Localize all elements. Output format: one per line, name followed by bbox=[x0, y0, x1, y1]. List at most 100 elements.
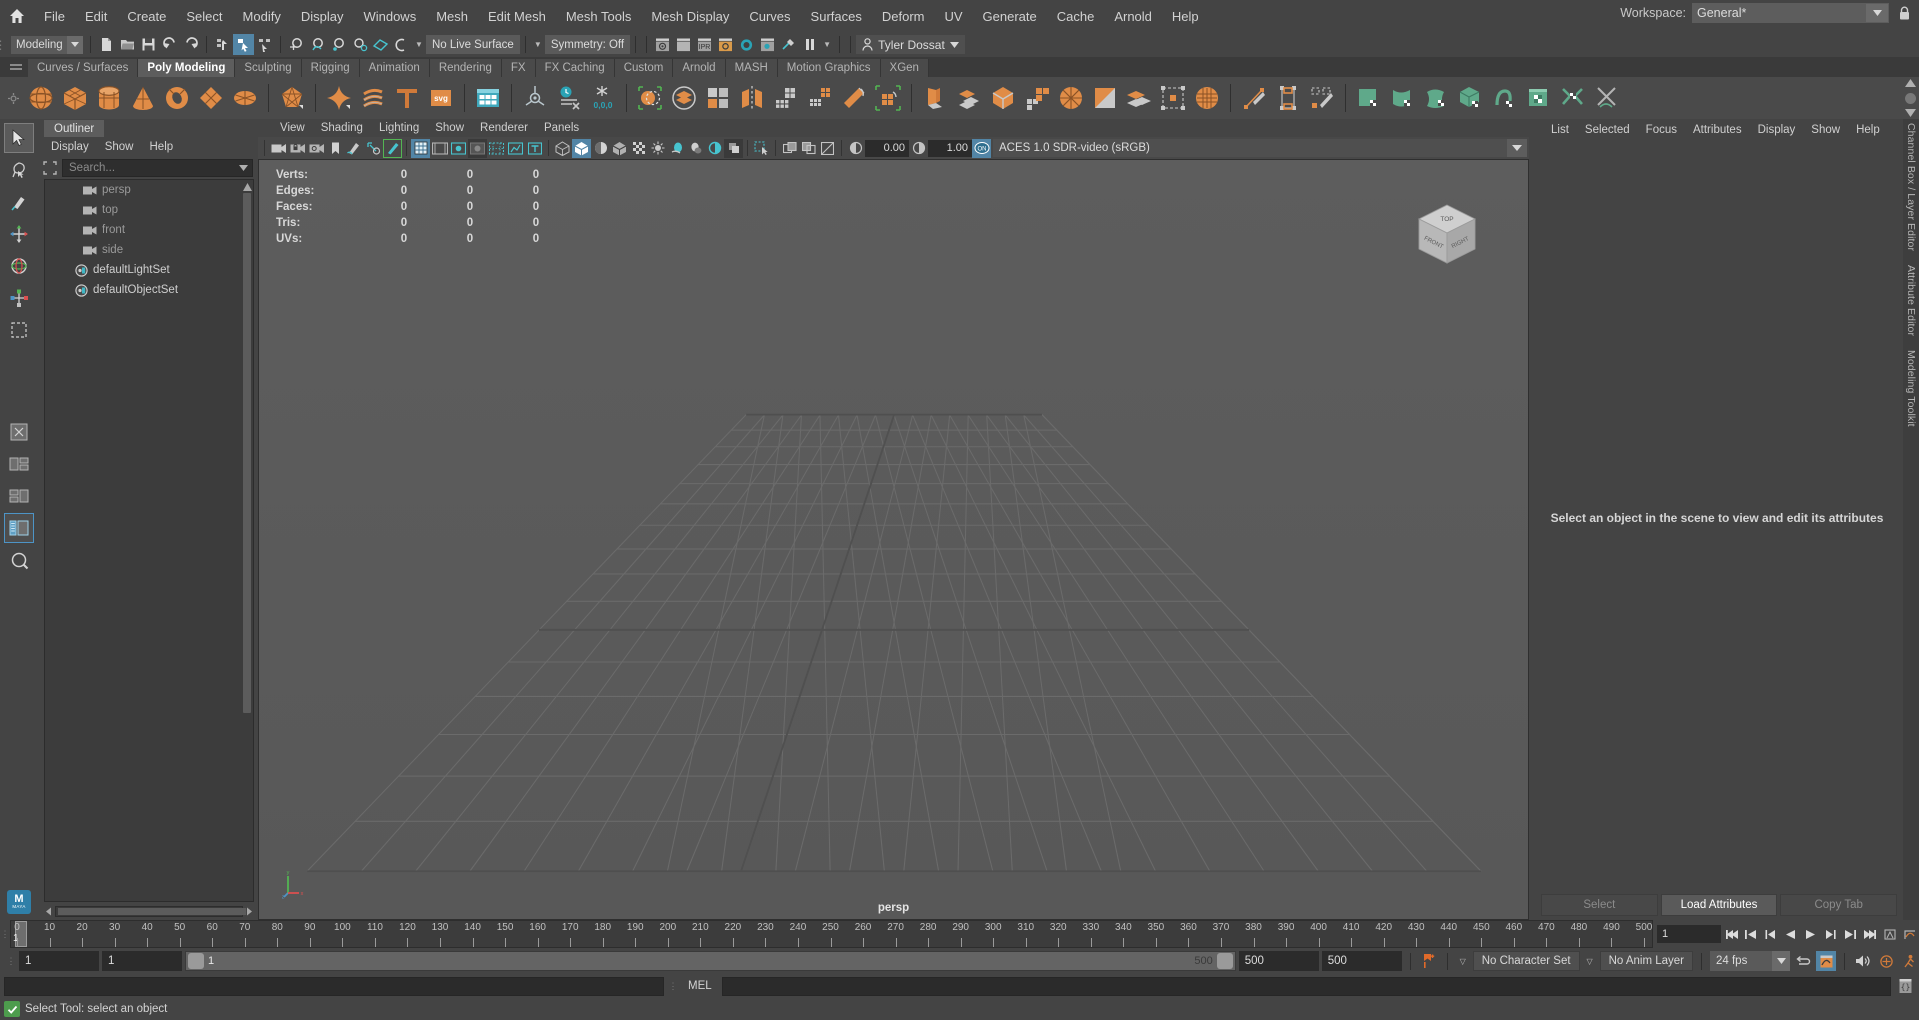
command-input-field[interactable] bbox=[721, 976, 1891, 996]
poly-cube-icon[interactable] bbox=[58, 80, 92, 116]
insert-edge-loop-icon[interactable] bbox=[1237, 80, 1271, 116]
menu-windows[interactable]: Windows bbox=[353, 6, 426, 27]
render-sequence-icon[interactable] bbox=[673, 34, 694, 55]
range-bar[interactable]: 1 500 bbox=[185, 951, 1236, 971]
bridge-icon[interactable] bbox=[986, 80, 1020, 116]
poly-cylinder-icon[interactable] bbox=[92, 80, 126, 116]
menu-deform[interactable]: Deform bbox=[872, 6, 935, 27]
offset-edge-loop-icon[interactable] bbox=[1271, 80, 1305, 116]
maya-home-logo[interactable] bbox=[0, 7, 34, 25]
shelf-tab-rendering[interactable]: Rendering bbox=[429, 59, 502, 77]
go-to-end-icon[interactable] bbox=[1861, 924, 1880, 944]
render-options-chevron-icon[interactable]: ▼ bbox=[820, 40, 834, 49]
dock-tab-channel-box[interactable]: Channel Box / Layer Editor bbox=[1905, 123, 1917, 251]
menu-select[interactable]: Select bbox=[176, 6, 232, 27]
menu-arnold[interactable]: Arnold bbox=[1104, 6, 1162, 27]
outliner-horizontal-scrollbar[interactable] bbox=[44, 904, 254, 918]
undo-icon[interactable] bbox=[159, 34, 180, 55]
reduce-icon[interactable] bbox=[803, 80, 837, 116]
viewport-menu-panels[interactable]: Panels bbox=[536, 121, 587, 135]
screen-space-ao-icon[interactable] bbox=[818, 139, 837, 158]
outliner-item-front[interactable]: front bbox=[45, 220, 253, 240]
gate-mask-icon[interactable] bbox=[468, 138, 487, 158]
ipr-render-icon[interactable]: IPR bbox=[694, 34, 715, 55]
select-by-component-icon[interactable] bbox=[254, 34, 275, 55]
move-tool[interactable] bbox=[4, 219, 34, 249]
script-editor-icon[interactable]: {} bbox=[1895, 977, 1915, 996]
snap-to-projected-center-icon[interactable] bbox=[349, 34, 370, 55]
auto-key-icon[interactable] bbox=[1880, 924, 1899, 944]
anim-layer-chevron-icon[interactable]: ▽ bbox=[1583, 957, 1597, 966]
booleans-icon[interactable] bbox=[701, 80, 735, 116]
fps-dropdown[interactable]: 24 fps bbox=[1710, 951, 1790, 971]
viewport-menu-lighting[interactable]: Lighting bbox=[371, 121, 427, 135]
poly-sphere-icon[interactable] bbox=[24, 80, 58, 116]
menu-mesh-tools[interactable]: Mesh Tools bbox=[556, 6, 642, 27]
copy-tab-button[interactable]: Copy Tab bbox=[1780, 894, 1898, 916]
ae-menu-display[interactable]: Display bbox=[1750, 122, 1804, 138]
unfold-icon[interactable] bbox=[1488, 80, 1522, 116]
viewport-menu-show[interactable]: Show bbox=[427, 121, 472, 135]
merge-icon[interactable] bbox=[1122, 80, 1156, 116]
menu-mesh[interactable]: Mesh bbox=[426, 6, 478, 27]
smooth-shade-all-icon[interactable] bbox=[572, 138, 591, 158]
chevron-down-icon[interactable] bbox=[237, 162, 250, 174]
poly-helix-icon[interactable] bbox=[356, 80, 390, 116]
outliner-item-defaultobjectset[interactable]: defaultObjectSet bbox=[45, 280, 253, 300]
image-plane-icon[interactable] bbox=[345, 139, 364, 158]
live-surface-field[interactable]: No Live Surface bbox=[426, 35, 520, 54]
single-pane-layout[interactable] bbox=[4, 417, 34, 447]
play-forwards-icon[interactable] bbox=[1801, 924, 1820, 944]
two-pane-stacked-layout[interactable] bbox=[4, 481, 34, 511]
open-scene-icon[interactable] bbox=[117, 34, 138, 55]
render-view-icon[interactable] bbox=[757, 34, 778, 55]
wireframe-icon[interactable] bbox=[553, 139, 572, 158]
step-back-key-icon[interactable] bbox=[1762, 924, 1781, 944]
poly-plane-icon[interactable] bbox=[194, 80, 228, 116]
make-live-icon[interactable] bbox=[391, 34, 412, 55]
connect-components-icon[interactable] bbox=[1305, 80, 1339, 116]
bevel-icon[interactable] bbox=[837, 80, 871, 116]
menu-help[interactable]: Help bbox=[1162, 6, 1209, 27]
layout-uv-icon[interactable] bbox=[1556, 80, 1590, 116]
loop-playback-icon[interactable] bbox=[1793, 951, 1813, 971]
bookmark-icon[interactable] bbox=[326, 139, 345, 158]
step-forward-key-icon[interactable] bbox=[1821, 924, 1840, 944]
ae-menu-focus[interactable]: Focus bbox=[1638, 122, 1685, 138]
time-slider-grip[interactable]: ⋮ bbox=[0, 920, 10, 948]
play-backwards-icon[interactable] bbox=[1782, 924, 1801, 944]
field-chart-icon[interactable] bbox=[487, 139, 506, 158]
hypershade-icon[interactable] bbox=[736, 34, 757, 55]
target-weld-icon[interactable] bbox=[1156, 80, 1190, 116]
extrude-icon[interactable] bbox=[871, 80, 905, 116]
character-icon[interactable] bbox=[1899, 951, 1919, 971]
outliner-menu-show[interactable]: Show bbox=[98, 139, 141, 155]
two-pane-side-layout[interactable] bbox=[4, 449, 34, 479]
shelf-tab-sculpting[interactable]: Sculpting bbox=[235, 59, 302, 77]
modeling-toolkit-icon[interactable] bbox=[471, 80, 505, 116]
auto-keyframe-icon[interactable] bbox=[1419, 951, 1439, 971]
ae-menu-list[interactable]: List bbox=[1543, 122, 1577, 138]
range-slider-grip[interactable]: ⋮ bbox=[6, 956, 16, 967]
save-scene-icon[interactable] bbox=[138, 34, 159, 55]
shelf-tab-curves-surfaces[interactable]: Curves / Surfaces bbox=[28, 59, 139, 77]
lock-icon[interactable] bbox=[1895, 3, 1913, 23]
anim-prefs-icon[interactable] bbox=[1900, 924, 1919, 944]
circularize-icon[interactable] bbox=[1054, 80, 1088, 116]
dock-tab-attribute-editor[interactable]: Attribute Editor bbox=[1905, 265, 1917, 336]
outliner-menu-display[interactable]: Display bbox=[44, 139, 96, 155]
menu-create[interactable]: Create bbox=[117, 6, 176, 27]
xray-icon[interactable] bbox=[629, 139, 648, 158]
shadows-icon[interactable] bbox=[686, 139, 705, 158]
shelf-tab-animation[interactable]: Animation bbox=[359, 59, 430, 77]
redo-icon[interactable] bbox=[180, 34, 201, 55]
film-gate-icon[interactable] bbox=[430, 139, 449, 158]
animation-preferences-icon[interactable] bbox=[1816, 951, 1836, 971]
lock-camera-icon[interactable] bbox=[288, 139, 307, 158]
poly-super-shape-icon[interactable] bbox=[322, 80, 356, 116]
wireframe-on-shaded-icon[interactable] bbox=[610, 139, 629, 158]
menu-set-dropdown[interactable]: Modeling bbox=[11, 35, 83, 54]
shelf-options-icon[interactable] bbox=[2, 77, 24, 119]
display-textures-icon[interactable] bbox=[780, 139, 799, 158]
last-tool-used[interactable] bbox=[4, 315, 34, 345]
